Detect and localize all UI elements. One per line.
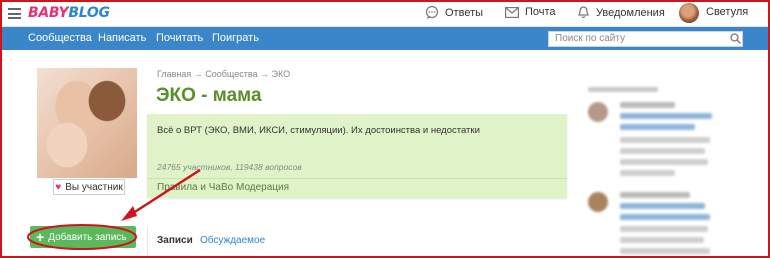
annotation-arrow xyxy=(121,168,201,221)
